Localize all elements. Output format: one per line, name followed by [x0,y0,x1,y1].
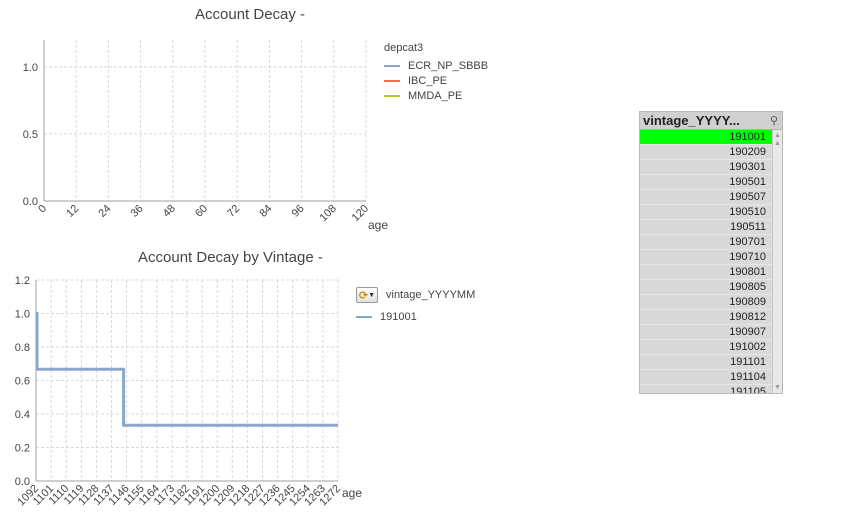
chart1-legend-label: MMDA_PE [408,89,463,102]
chart1-legend: depcat3 ECR_NP_SBBB IBC_PE MMDA_PE [384,42,488,103]
chart1-legend-label: IBC_PE [408,74,448,87]
x-tick-label: 12 [64,203,81,220]
listbox-item[interactable]: 190805 [640,280,782,295]
x-tick-label: 36 [129,203,146,220]
chart1-legend-swatch-2 [384,94,400,97]
y-tick-label: 1.0 [23,62,38,74]
search-icon[interactable]: ⚲ [770,114,778,127]
listbox-items: 191001 190209 190301 190501 190507 190510 1905… [640,130,782,393]
x-tick-label: 108 [317,203,338,224]
chart1-legend-swatch-0 [384,64,400,67]
listbox-item[interactable]: 191101 [640,355,782,370]
listbox-item[interactable]: 191001 [640,130,782,145]
listbox-item[interactable]: 190812 [640,310,782,325]
chart2-plot: 0.00.20.40.60.81.01.21092110111101119112… [15,275,363,508]
x-tick-label: 60 [193,203,210,220]
chart1-legend-item[interactable]: MMDA_PE [384,88,488,103]
x-tick-label: 84 [257,203,274,220]
chart1-legend-item[interactable]: IBC_PE [384,73,488,88]
chart1-legend-item[interactable]: ECR_NP_SBBB [384,58,488,73]
listbox-item[interactable]: 190701 [640,235,782,250]
chart2-legend-title: vintage_YYYYMM [386,289,476,301]
y-tick-label: 0.5 [23,129,38,141]
chart2-legend-label: 191001 [380,310,417,323]
y-tick-label: 1.0 [15,309,30,321]
scroll-down-arrow-icon[interactable]: ▼ [774,384,781,391]
y-tick-label: 0.2 [15,443,30,455]
cycle-group-button[interactable]: ⟳ ▼ [356,287,378,303]
chevron-down-icon: ▼ [368,291,376,299]
y-tick-label: 0.6 [15,376,30,388]
chart2-legend: ⟳ ▼ vintage_YYYYMM 191001 [356,287,475,324]
chart2-legend-swatch-0 [356,315,372,318]
listbox-item[interactable]: 190209 [640,145,782,160]
x-tick-label: 0 [36,203,49,216]
scroll-up-arrow-icon[interactable]: ▲ [774,132,781,139]
listbox-item[interactable]: 191104 [640,370,782,385]
x-tick-label: 72 [225,203,242,220]
listbox-item[interactable]: 190511 [640,220,782,235]
listbox-item[interactable]: 190301 [640,160,782,175]
listbox-item[interactable]: 190907 [640,325,782,340]
scroll-up-arrow-icon[interactable]: ▲ [774,140,781,147]
chart1-legend-label: ECR_NP_SBBB [408,59,489,72]
y-tick-label: 1.2 [15,275,30,287]
listbox-item[interactable]: 190510 [640,205,782,220]
listbox-title: vintage_YYYY... [643,113,740,128]
listbox-body: 191001 190209 190301 190501 190507 190510 1905… [640,130,782,393]
chart2-legend-item[interactable]: 191001 [356,309,475,324]
y-tick-label: 0.4 [15,409,30,421]
listbox-item[interactable]: 190507 [640,190,782,205]
listbox-item[interactable]: 190501 [640,175,782,190]
chart1-legend-title: depcat3 [384,42,424,54]
listbox-item[interactable]: 190801 [640,265,782,280]
listbox-item[interactable]: 190809 [640,295,782,310]
listbox-item[interactable]: 191105 [640,385,782,393]
vintage-listbox[interactable]: vintage_YYYY... ⚲ 191001 190209 190301 1905… [639,111,783,394]
listbox-header[interactable]: vintage_YYYY... ⚲ [640,112,782,130]
x-tick-label: 96 [290,203,307,220]
x-axis-label: age [368,218,388,232]
x-axis-label: age [342,486,362,500]
chart1-legend-swatch-1 [384,79,400,82]
listbox-item[interactable]: 190710 [640,250,782,265]
listbox-item[interactable]: 191002 [640,340,782,355]
x-tick-label: 48 [161,203,178,220]
chart1-plot: 0.00.51.00 12 24 36 48 60 72 84 96 108 120age [23,40,388,232]
y-tick-label: 0.8 [15,342,30,354]
x-tick-label: 24 [96,203,113,220]
cycle-icon: ⟳ [358,289,369,302]
listbox-scrollbar[interactable]: ▲ ▲ ▼ [772,130,782,393]
